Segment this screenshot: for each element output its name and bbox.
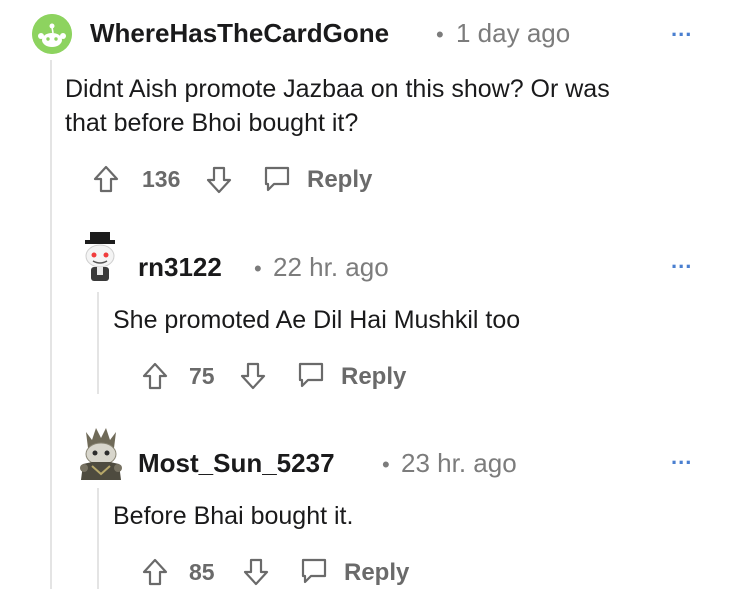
meta-separator: • (382, 452, 390, 477)
username[interactable]: WhereHasTheCardGone (90, 18, 389, 49)
upvote-icon[interactable] (142, 558, 168, 586)
downvote-icon[interactable] (243, 558, 269, 586)
reply-label: Reply (307, 166, 373, 193)
meta-separator: • (436, 22, 444, 47)
avatar[interactable] (78, 426, 124, 482)
meta-separator: • (254, 256, 262, 281)
reply-label: Reply (344, 559, 410, 586)
avatar[interactable] (80, 232, 120, 284)
more-options-icon[interactable]: ... (671, 16, 692, 42)
snoo-avatar-icon (85, 232, 115, 281)
thread-line-reply-2[interactable] (97, 488, 99, 589)
vote-count: 136 (142, 166, 181, 192)
thread-line-root[interactable] (50, 60, 52, 589)
reply-bubble-icon (264, 166, 290, 192)
reply-bubble-icon (301, 558, 327, 584)
reply-label: Reply (341, 363, 407, 390)
downvote-icon[interactable] (206, 166, 232, 194)
vote-count: 75 (189, 363, 215, 389)
comment-body: Didnt Aish promote Jazbaa on this show? … (65, 75, 610, 137)
more-options-icon[interactable]: ... (671, 444, 692, 470)
snoo-avatar-icon (32, 14, 72, 54)
downvote-icon[interactable] (240, 362, 266, 390)
username[interactable]: Most_Sun_5237 (138, 448, 335, 479)
more-options-icon[interactable]: ... (671, 248, 692, 274)
timestamp[interactable]: 23 hr. ago (401, 448, 517, 479)
comment-body: She promoted Ae Dil Hai Mushkil too (113, 306, 521, 334)
timestamp[interactable]: 22 hr. ago (273, 252, 389, 283)
reply-bubble-icon (298, 362, 324, 388)
thread-line-reply-1[interactable] (97, 292, 99, 394)
comment-body: Before Bhai bought it. (113, 502, 354, 530)
snoo-avatar-icon (80, 428, 122, 480)
upvote-icon[interactable] (142, 362, 168, 390)
timestamp[interactable]: 1 day ago (456, 18, 570, 49)
upvote-icon[interactable] (93, 165, 119, 193)
vote-count: 85 (189, 559, 215, 585)
avatar[interactable] (32, 14, 72, 54)
username[interactable]: rn3122 (138, 252, 222, 283)
